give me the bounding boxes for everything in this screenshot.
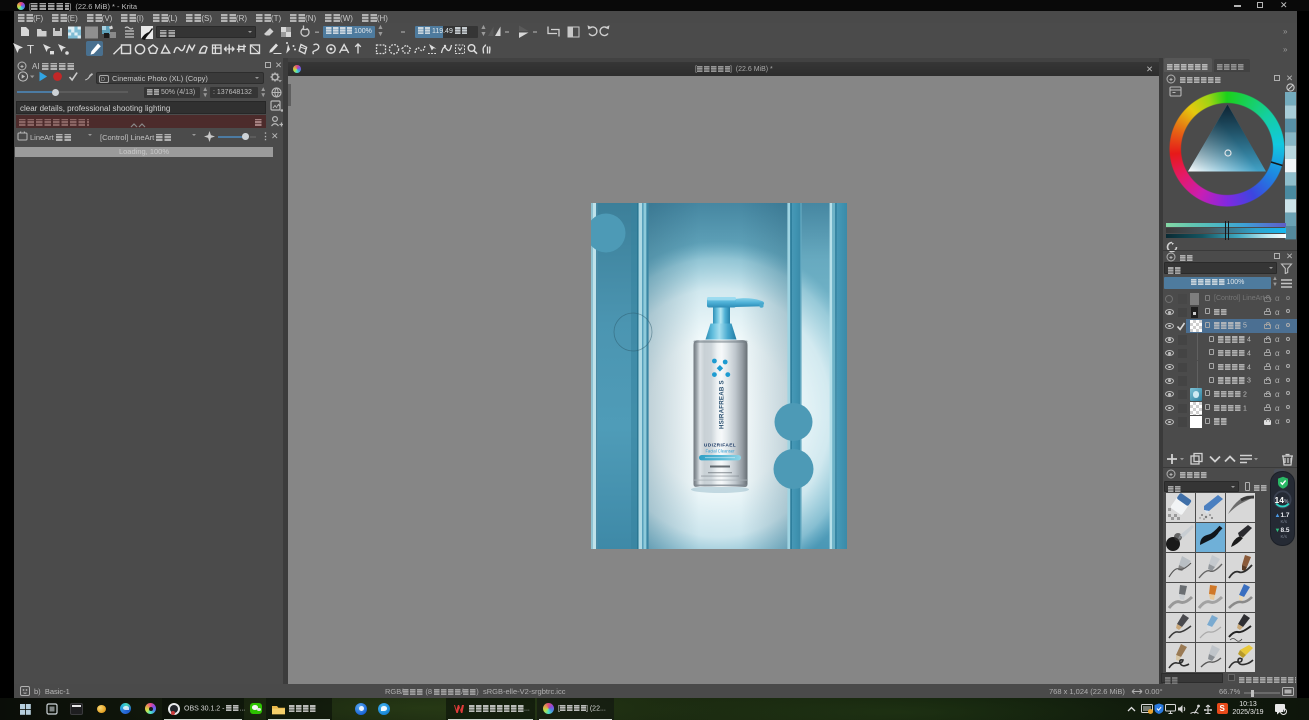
svg-text:HSIRAFREAB S: HSIRAFREAB S bbox=[719, 380, 726, 429]
svg-text:D: D bbox=[101, 77, 105, 83]
svg-text:Facial Cleanser: Facial Cleanser bbox=[705, 449, 735, 454]
svg-text:T: T bbox=[27, 45, 34, 57]
